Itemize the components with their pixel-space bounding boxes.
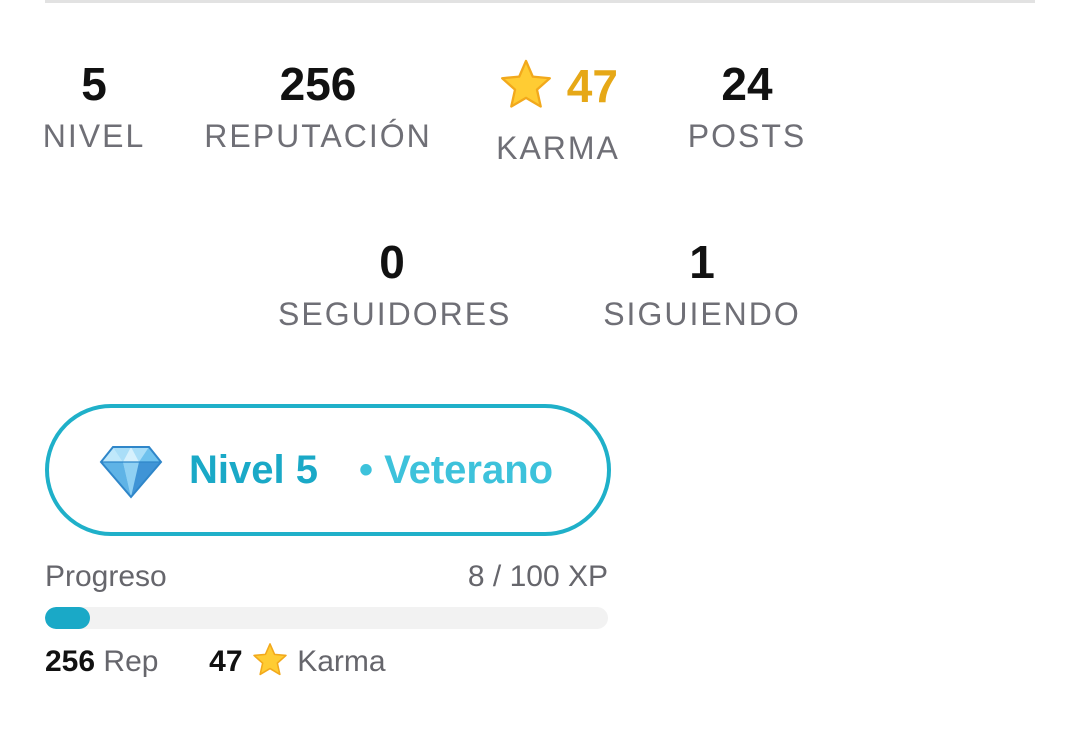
stat-reputacion-value: 256 xyxy=(279,58,357,110)
stat-siguiendo-label: SIGUIENDO xyxy=(603,296,801,332)
progress-xp: 8 / 100 XP xyxy=(467,560,608,593)
stat-posts-value: 24 xyxy=(721,58,773,110)
stat-nivel-label: NIVEL xyxy=(42,118,146,154)
level-label: Nivel 5 xyxy=(189,448,318,492)
stat-seguidores-label: SEGUIDORES xyxy=(278,296,512,332)
stat-reputacion-label: REPUTACIÓN xyxy=(204,118,432,154)
stat-posts-label: POSTS xyxy=(687,118,807,154)
stat-nivel-value: 5 xyxy=(81,58,107,110)
summary-karma-value: 47 xyxy=(209,645,243,678)
progress-label: Progreso xyxy=(45,560,167,593)
summary-rep-value: 256 xyxy=(45,645,96,678)
diamond-icon xyxy=(99,445,163,504)
stat-reputacion: 256 REPUTACIÓN xyxy=(200,58,436,156)
top-divider xyxy=(45,0,1035,3)
stat-seguidores-value: 0 xyxy=(379,236,405,288)
stat-posts[interactable]: 24 POSTS xyxy=(680,58,814,156)
summary-rep-unit: Rep xyxy=(103,645,159,678)
stat-seguidores[interactable]: 0 SEGUIDORES xyxy=(278,236,512,334)
progress-bar xyxy=(45,607,608,629)
stat-karma-label: KARMA xyxy=(496,130,620,166)
stat-siguiendo[interactable]: 1 SIGUIENDO xyxy=(600,236,804,334)
stat-nivel: 5 NIVEL xyxy=(35,58,153,156)
stat-karma-value: 47 xyxy=(566,60,618,113)
level-badge: Nivel 5 • Veterano xyxy=(45,404,611,536)
stat-karma: 47 KARMA xyxy=(478,58,638,168)
stat-siguiendo-value: 1 xyxy=(689,236,715,288)
star-icon xyxy=(251,641,289,685)
rank-label: • Veterano xyxy=(359,448,554,492)
summary-karma-unit: Karma xyxy=(297,645,386,678)
summary-line: 256 Rep 47 Karma xyxy=(45,640,386,684)
star-icon xyxy=(498,58,554,122)
progress-bar-fill xyxy=(45,607,91,629)
